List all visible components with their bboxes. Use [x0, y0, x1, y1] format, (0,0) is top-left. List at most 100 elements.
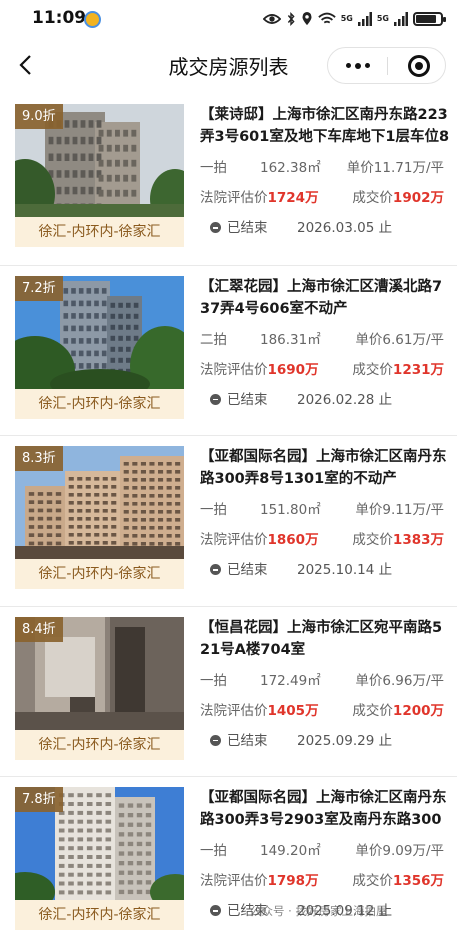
ended-status-icon	[210, 222, 221, 233]
end-suffix: 止	[378, 391, 393, 408]
unit-price-label: 单价	[355, 843, 383, 859]
listing-info: 【汇翠花园】上海市徐汇区漕溪北路737弄4号606室不动产 二拍 186.31㎡…	[200, 276, 450, 410]
end-date: 2026.02.28	[297, 391, 375, 408]
auction-round: 一拍	[200, 843, 227, 859]
nav-bar: 成交房源列表	[0, 38, 457, 94]
end-date: 2026.03.05	[297, 220, 375, 236]
appraisal-label: 法院评估价	[200, 361, 268, 378]
listing-info: 【亚都国际名园】上海市徐汇区南丹东路300弄3号2903室及南丹东路300弄… …	[200, 787, 450, 921]
status-row: 已结束 2025.09.29 止	[200, 725, 450, 751]
deal-price: 成交价1231万	[352, 358, 444, 378]
deal-price: 成交价1902万	[352, 186, 444, 206]
discount-badge: 7.2折	[15, 275, 63, 301]
status-icons: 5G 5G	[262, 9, 446, 29]
unit-price-label: 单价	[355, 672, 383, 689]
auction-round: 一拍	[200, 502, 227, 518]
listing-info: 【莱诗邸】上海市徐汇区南丹东路223弄3号601室及地下车库地下1层车位89 一…	[200, 104, 450, 238]
end-suffix: 止	[378, 732, 393, 749]
target-close-icon[interactable]	[408, 55, 430, 77]
listing-card[interactable]: 8.3折 徐汇-内环内-徐家汇 【亚都国际名园】上海市徐汇区南丹东路300弄8号…	[0, 435, 457, 606]
watermark: 公众号 · 找好房家上海拍屋	[250, 904, 388, 918]
auction-round: 一拍	[200, 672, 227, 689]
listing-card[interactable]: 8.4折 徐汇-内环内-徐家汇 【恒昌花园】上海市徐汇区宛平南路521号A楼70…	[0, 605, 457, 776]
deal-label: 成交价	[352, 532, 393, 548]
deal-price: 成交价1200万	[352, 699, 444, 719]
end-suffix: 止	[378, 220, 393, 236]
wifi-icon	[318, 12, 336, 24]
end-time: 2025.09.29 止	[297, 729, 392, 749]
price-row: 法院评估价1798万 成交价1356万	[200, 865, 450, 891]
listing-title: 【汇翠花园】上海市徐汇区漕溪北路737弄4号606室不动产	[200, 278, 443, 317]
signal-icon-1	[357, 12, 372, 26]
ended-status-icon	[210, 393, 221, 405]
end-date: 2025.09.29	[297, 732, 375, 749]
appraisal-price: 法院评估价1724万	[200, 186, 319, 206]
appraisal-label: 法院评估价	[200, 702, 268, 719]
battery-icon	[413, 12, 446, 26]
capsule-divider	[387, 57, 388, 75]
unit-price-label: 单价	[355, 331, 383, 348]
status-row: 已结束 2026.02.28 止	[200, 384, 450, 410]
deal-price: 成交价1356万	[352, 869, 444, 889]
deal-value: 1902万	[392, 190, 444, 206]
end-time: 2026.02.28 止	[297, 388, 392, 408]
deal-label: 成交价	[352, 361, 393, 378]
status-text: 已结束	[227, 391, 268, 408]
status-row: 已结束 2026.03.05 止	[200, 212, 450, 238]
deal-value: 1356万	[392, 873, 444, 889]
unit-price-value: 6.96万/平	[382, 672, 444, 689]
appraisal-value: 1690万	[267, 361, 319, 378]
price-row: 法院评估价1724万 成交价1902万	[200, 182, 450, 208]
status-text: 已结束	[227, 220, 268, 236]
end-suffix: 止	[378, 562, 393, 578]
appraisal-value: 1860万	[267, 532, 319, 548]
appraisal-label: 法院评估价	[200, 532, 268, 548]
battery-level	[416, 15, 437, 23]
ended-status-icon	[210, 734, 221, 746]
unit-price: 单价9.09万/平	[355, 839, 444, 859]
ended-status-icon	[210, 905, 221, 916]
listing-title: 【莱诗邸】上海市徐汇区南丹东路223弄3号601室及地下车库地下1层车位89	[200, 107, 450, 145]
detail-row: 一拍 151.80㎡ 单价9.11万/平	[200, 494, 450, 520]
status-text: 已结束	[227, 732, 268, 749]
appraisal-value: 1798万	[267, 873, 319, 889]
appraisal-value: 1724万	[267, 190, 319, 206]
unit-price: 单价6.96万/平	[355, 669, 444, 689]
listing-info: 【恒昌花园】上海市徐汇区宛平南路521号A楼704室 一拍 172.49㎡ 单价…	[200, 617, 450, 751]
appraisal-price: 法院评估价1798万	[200, 869, 319, 889]
unit-price-value: 9.11万/平	[382, 502, 444, 518]
appraisal-label: 法院评估价	[200, 873, 268, 889]
listing-card[interactable]: 7.2折 徐汇-内环内-徐家汇 【汇翠花园】上海市徐汇区漕溪北路737弄4号60…	[0, 264, 457, 435]
unit-price-label: 单价	[346, 160, 374, 176]
status-row: 已结束 2025.10.14 止	[200, 554, 450, 580]
appraisal-price: 法院评估价1860万	[200, 528, 319, 548]
network-type-1: 5G	[340, 14, 353, 23]
unit-price: 单价9.11万/平	[355, 498, 444, 518]
detail-row: 一拍 172.49㎡ 单价6.96万/平	[200, 665, 450, 691]
discount-badge: 9.0折	[15, 104, 63, 129]
unit-price-value: 6.61万/平	[382, 331, 444, 348]
listing-card[interactable]: 7.8折 徐汇-内环内-徐家汇 【亚都国际名园】上海市徐汇区南丹东路300弄3号…	[0, 776, 457, 930]
deal-label: 成交价	[352, 702, 393, 719]
more-dots-icon[interactable]	[328, 48, 387, 83]
discount-badge: 7.8折	[15, 787, 63, 812]
auction-round: 一拍	[200, 160, 227, 176]
detail-row: 一拍 149.20㎡ 单价9.09万/平	[200, 835, 450, 861]
status-time: 11:09	[32, 8, 87, 28]
status-bar: 11:09 5G 5G	[0, 0, 457, 38]
detail-row: 二拍 186.31㎡ 单价6.61万/平	[200, 324, 450, 350]
deal-price: 成交价1383万	[352, 528, 444, 548]
unit-price-label: 单价	[355, 502, 383, 518]
district-label: 徐汇-内环内-徐家汇	[15, 217, 184, 247]
listing-card[interactable]: 9.0折 徐汇-内环内-徐家汇 【莱诗邸】上海市徐汇区南丹东路223弄3号601…	[0, 94, 457, 265]
appraisal-price: 法院评估价1690万	[200, 358, 319, 378]
area-value: 186.31㎡	[260, 331, 321, 348]
price-row: 法院评估价1860万 成交价1383万	[200, 524, 450, 550]
status-text: 已结束	[227, 562, 268, 578]
area-value: 162.38㎡	[260, 160, 321, 176]
appraisal-value: 1405万	[267, 702, 319, 719]
detail-row: 一拍 162.38㎡ 单价11.71万/平	[200, 152, 450, 178]
area-value: 151.80㎡	[260, 502, 321, 518]
eye-icon	[262, 14, 281, 24]
listing-list: 9.0折 徐汇-内环内-徐家汇 【莱诗邸】上海市徐汇区南丹东路223弄3号601…	[0, 94, 457, 930]
